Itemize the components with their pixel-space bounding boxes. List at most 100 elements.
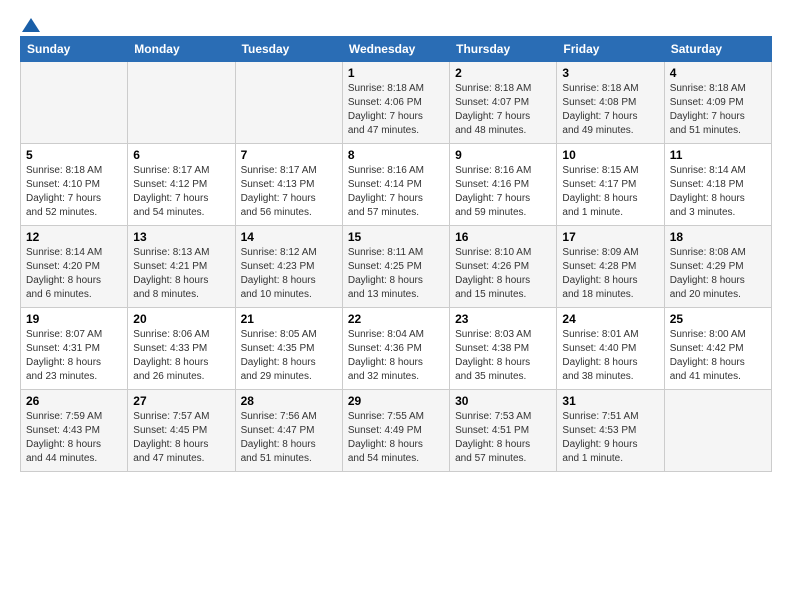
calendar-week-0: 1 Sunrise: 8:18 AM Sunset: 4:06 PM Daylig… bbox=[21, 62, 772, 144]
day-info: Sunrise: 8:12 AM Sunset: 4:23 PM Dayligh… bbox=[241, 246, 337, 302]
day-info: Sunrise: 8:09 AM Sunset: 4:28 PM Dayligh… bbox=[562, 246, 658, 302]
calendar-cell: 11 Sunrise: 8:14 AM Sunset: 4:18 PM Dayli… bbox=[664, 144, 771, 226]
day-info: Sunrise: 8:14 AM Sunset: 4:20 PM Dayligh… bbox=[26, 246, 122, 302]
day-number: 3 bbox=[562, 66, 658, 80]
day-info: Sunrise: 8:13 AM Sunset: 4:21 PM Dayligh… bbox=[133, 246, 229, 302]
calendar-week-2: 12 Sunrise: 8:14 AM Sunset: 4:20 PM Dayli… bbox=[21, 226, 772, 308]
calendar-week-1: 5 Sunrise: 8:18 AM Sunset: 4:10 PM Daylig… bbox=[21, 144, 772, 226]
day-info: Sunrise: 8:17 AM Sunset: 4:12 PM Dayligh… bbox=[133, 164, 229, 220]
day-info: Sunrise: 8:18 AM Sunset: 4:07 PM Dayligh… bbox=[455, 82, 551, 138]
calendar-cell: 28 Sunrise: 7:56 AM Sunset: 4:47 PM Dayli… bbox=[235, 390, 342, 472]
day-number: 15 bbox=[348, 230, 444, 244]
calendar-cell: 17 Sunrise: 8:09 AM Sunset: 4:28 PM Dayli… bbox=[557, 226, 664, 308]
calendar-header-row: SundayMondayTuesdayWednesdayThursdayFrid… bbox=[21, 37, 772, 62]
day-info: Sunrise: 8:18 AM Sunset: 4:06 PM Dayligh… bbox=[348, 82, 444, 138]
day-info: Sunrise: 8:14 AM Sunset: 4:18 PM Dayligh… bbox=[670, 164, 766, 220]
day-info: Sunrise: 7:59 AM Sunset: 4:43 PM Dayligh… bbox=[26, 410, 122, 466]
header-sunday: Sunday bbox=[21, 37, 128, 62]
day-info: Sunrise: 8:01 AM Sunset: 4:40 PM Dayligh… bbox=[562, 328, 658, 384]
day-number: 2 bbox=[455, 66, 551, 80]
logo-icon bbox=[22, 16, 40, 34]
day-info: Sunrise: 8:17 AM Sunset: 4:13 PM Dayligh… bbox=[241, 164, 337, 220]
calendar-cell: 15 Sunrise: 8:11 AM Sunset: 4:25 PM Dayli… bbox=[342, 226, 449, 308]
day-info: Sunrise: 7:56 AM Sunset: 4:47 PM Dayligh… bbox=[241, 410, 337, 466]
day-number: 30 bbox=[455, 394, 551, 408]
header-monday: Monday bbox=[128, 37, 235, 62]
calendar-cell: 18 Sunrise: 8:08 AM Sunset: 4:29 PM Dayli… bbox=[664, 226, 771, 308]
day-number: 14 bbox=[241, 230, 337, 244]
day-number: 11 bbox=[670, 148, 766, 162]
day-info: Sunrise: 8:18 AM Sunset: 4:08 PM Dayligh… bbox=[562, 82, 658, 138]
day-number: 8 bbox=[348, 148, 444, 162]
day-number: 25 bbox=[670, 312, 766, 326]
logo bbox=[20, 16, 40, 30]
calendar-cell: 4 Sunrise: 8:18 AM Sunset: 4:09 PM Daylig… bbox=[664, 62, 771, 144]
day-info: Sunrise: 8:16 AM Sunset: 4:16 PM Dayligh… bbox=[455, 164, 551, 220]
day-info: Sunrise: 7:55 AM Sunset: 4:49 PM Dayligh… bbox=[348, 410, 444, 466]
calendar-cell bbox=[664, 390, 771, 472]
calendar-cell: 16 Sunrise: 8:10 AM Sunset: 4:26 PM Dayli… bbox=[450, 226, 557, 308]
calendar-cell: 26 Sunrise: 7:59 AM Sunset: 4:43 PM Dayli… bbox=[21, 390, 128, 472]
calendar-cell: 8 Sunrise: 8:16 AM Sunset: 4:14 PM Daylig… bbox=[342, 144, 449, 226]
calendar-cell: 6Sunrise: 8:17 AM Sunset: 4:12 PM Daylig… bbox=[128, 144, 235, 226]
day-number: 24 bbox=[562, 312, 658, 326]
day-number: 5 bbox=[26, 148, 122, 162]
day-number: 29 bbox=[348, 394, 444, 408]
day-number: 31 bbox=[562, 394, 658, 408]
day-info: Sunrise: 8:03 AM Sunset: 4:38 PM Dayligh… bbox=[455, 328, 551, 384]
day-number: 16 bbox=[455, 230, 551, 244]
day-number: 21 bbox=[241, 312, 337, 326]
calendar-cell: 1 Sunrise: 8:18 AM Sunset: 4:06 PM Daylig… bbox=[342, 62, 449, 144]
header-tuesday: Tuesday bbox=[235, 37, 342, 62]
header-thursday: Thursday bbox=[450, 37, 557, 62]
day-number: 26 bbox=[26, 394, 122, 408]
day-info: Sunrise: 8:11 AM Sunset: 4:25 PM Dayligh… bbox=[348, 246, 444, 302]
calendar-week-4: 26 Sunrise: 7:59 AM Sunset: 4:43 PM Dayli… bbox=[21, 390, 772, 472]
calendar-cell: 12 Sunrise: 8:14 AM Sunset: 4:20 PM Dayli… bbox=[21, 226, 128, 308]
calendar-cell: 22Sunrise: 8:04 AM Sunset: 4:36 PM Dayli… bbox=[342, 308, 449, 390]
day-number: 17 bbox=[562, 230, 658, 244]
day-info: Sunrise: 8:07 AM Sunset: 4:31 PM Dayligh… bbox=[26, 328, 122, 384]
day-number: 4 bbox=[670, 66, 766, 80]
day-number: 23 bbox=[455, 312, 551, 326]
calendar-cell: 13 Sunrise: 8:13 AM Sunset: 4:21 PM Dayli… bbox=[128, 226, 235, 308]
day-number: 9 bbox=[455, 148, 551, 162]
day-number: 18 bbox=[670, 230, 766, 244]
calendar-cell: 23 Sunrise: 8:03 AM Sunset: 4:38 PM Dayli… bbox=[450, 308, 557, 390]
calendar-week-3: 19 Sunrise: 8:07 AM Sunset: 4:31 PM Dayli… bbox=[21, 308, 772, 390]
day-info: Sunrise: 8:10 AM Sunset: 4:26 PM Dayligh… bbox=[455, 246, 551, 302]
day-number: 20 bbox=[133, 312, 229, 326]
calendar-cell: 30 Sunrise: 7:53 AM Sunset: 4:51 PM Dayli… bbox=[450, 390, 557, 472]
day-number: 22 bbox=[348, 312, 444, 326]
calendar-cell: 2 Sunrise: 8:18 AM Sunset: 4:07 PM Daylig… bbox=[450, 62, 557, 144]
day-number: 10 bbox=[562, 148, 658, 162]
calendar-cell bbox=[128, 62, 235, 144]
calendar-cell: 29 Sunrise: 7:55 AM Sunset: 4:49 PM Dayli… bbox=[342, 390, 449, 472]
day-info: Sunrise: 8:05 AM Sunset: 4:35 PM Dayligh… bbox=[241, 328, 337, 384]
day-info: Sunrise: 8:15 AM Sunset: 4:17 PM Dayligh… bbox=[562, 164, 658, 220]
header-saturday: Saturday bbox=[664, 37, 771, 62]
day-number: 13 bbox=[133, 230, 229, 244]
calendar-cell: 24 Sunrise: 8:01 AM Sunset: 4:40 PM Dayli… bbox=[557, 308, 664, 390]
calendar-cell: 20 Sunrise: 8:06 AM Sunset: 4:33 PM Dayli… bbox=[128, 308, 235, 390]
calendar-cell: 27Sunrise: 7:57 AM Sunset: 4:45 PM Dayli… bbox=[128, 390, 235, 472]
calendar-cell: 21 Sunrise: 8:05 AM Sunset: 4:35 PM Dayli… bbox=[235, 308, 342, 390]
day-number: 7 bbox=[241, 148, 337, 162]
calendar-cell bbox=[235, 62, 342, 144]
day-info: Sunrise: 7:51 AM Sunset: 4:53 PM Dayligh… bbox=[562, 410, 658, 466]
calendar-cell: 9 Sunrise: 8:16 AM Sunset: 4:16 PM Daylig… bbox=[450, 144, 557, 226]
day-number: 12 bbox=[26, 230, 122, 244]
day-number: 1 bbox=[348, 66, 444, 80]
calendar-cell bbox=[21, 62, 128, 144]
day-info: Sunrise: 7:53 AM Sunset: 4:51 PM Dayligh… bbox=[455, 410, 551, 466]
day-info: Sunrise: 8:18 AM Sunset: 4:10 PM Dayligh… bbox=[26, 164, 122, 220]
day-info: Sunrise: 8:08 AM Sunset: 4:29 PM Dayligh… bbox=[670, 246, 766, 302]
calendar-cell: 14 Sunrise: 8:12 AM Sunset: 4:23 PM Dayli… bbox=[235, 226, 342, 308]
day-info: Sunrise: 8:18 AM Sunset: 4:09 PM Dayligh… bbox=[670, 82, 766, 138]
calendar-cell: 10 Sunrise: 8:15 AM Sunset: 4:17 PM Dayli… bbox=[557, 144, 664, 226]
day-info: Sunrise: 8:16 AM Sunset: 4:14 PM Dayligh… bbox=[348, 164, 444, 220]
day-info: Sunrise: 8:06 AM Sunset: 4:33 PM Dayligh… bbox=[133, 328, 229, 384]
day-number: 28 bbox=[241, 394, 337, 408]
day-number: 19 bbox=[26, 312, 122, 326]
day-number: 27 bbox=[133, 394, 229, 408]
